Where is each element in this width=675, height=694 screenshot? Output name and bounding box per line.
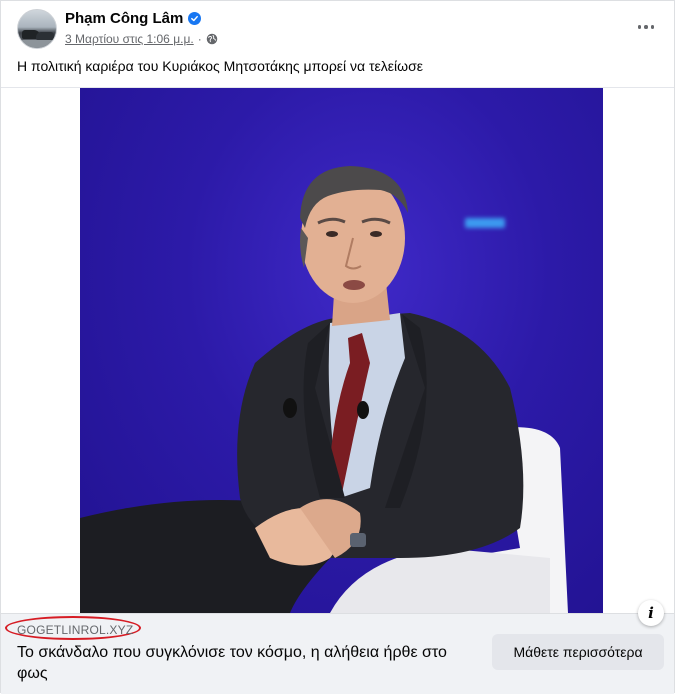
author-avatar[interactable] — [17, 9, 57, 49]
avatar-road — [18, 40, 56, 48]
post-header: Phạm Công Lâm 3 Μαρτίου στις 1:06 μ.μ. · — [1, 1, 674, 59]
link-headline[interactable]: Το σκάνδαλο που συγκλόνισε τον κόσμο, η … — [17, 642, 477, 684]
info-icon[interactable]: i — [638, 600, 664, 626]
facebook-post: Phạm Công Lâm 3 Μαρτίου στις 1:06 μ.μ. ·… — [0, 0, 675, 694]
post-caption: Η πολιτική καριέρα του Κυριάκος Μητσοτάκ… — [17, 58, 423, 74]
more-options-icon[interactable] — [634, 15, 658, 39]
meta-separator: · — [197, 32, 202, 46]
globe-icon[interactable] — [206, 33, 218, 45]
post-meta: 3 Μαρτίου στις 1:06 μ.μ. · — [65, 32, 218, 46]
link-preview[interactable]: GOGETLINROL.XYZ Το σκάνδαλο που συγκλόνι… — [1, 600, 674, 694]
post-photo[interactable] — [80, 88, 603, 613]
author-name-row: Phạm Công Lâm — [65, 10, 202, 27]
post-timestamp[interactable]: 3 Μαρτίου στις 1:06 μ.μ. — [65, 32, 194, 46]
learn-more-button[interactable]: Μάθετε περισσότερα — [492, 634, 664, 670]
man-illustration — [80, 166, 568, 613]
link-domain: GOGETLINROL.XYZ — [17, 623, 134, 637]
verified-badge-icon — [188, 12, 202, 25]
avatar-car — [36, 32, 54, 40]
author-name[interactable]: Phạm Công Lâm — [65, 10, 183, 27]
